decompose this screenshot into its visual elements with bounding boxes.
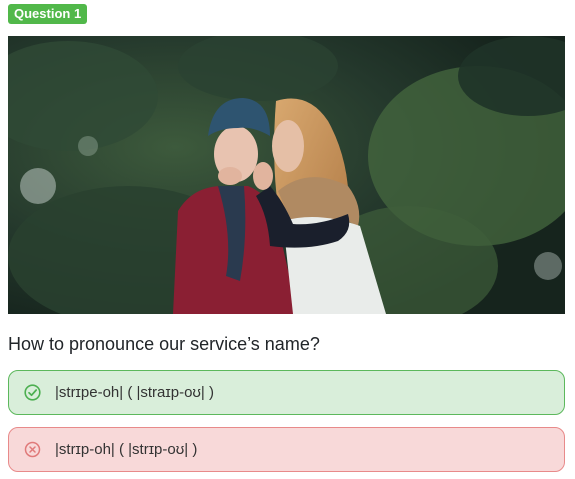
- question-text: How to pronounce our service’s name?: [8, 334, 320, 354]
- check-circle-icon: [24, 384, 41, 401]
- x-circle-icon: [24, 441, 41, 458]
- answer-option-incorrect[interactable]: |strɪp-oh| ( |strɪp-oʊ| ): [8, 427, 565, 472]
- question-badge: Question 1: [8, 4, 88, 24]
- question-photo: [8, 36, 565, 314]
- quiz-question: Question 1 How to pronounce our service’…: [0, 0, 575, 479]
- answer-option-label: |strɪpe-oh| ( |straɪp-oʊ| ): [55, 384, 214, 401]
- answer-option-label: |strɪp-oh| ( |strɪp-oʊ| ): [55, 441, 198, 458]
- answer-option-correct[interactable]: |strɪpe-oh| ( |straɪp-oʊ| ): [8, 370, 565, 415]
